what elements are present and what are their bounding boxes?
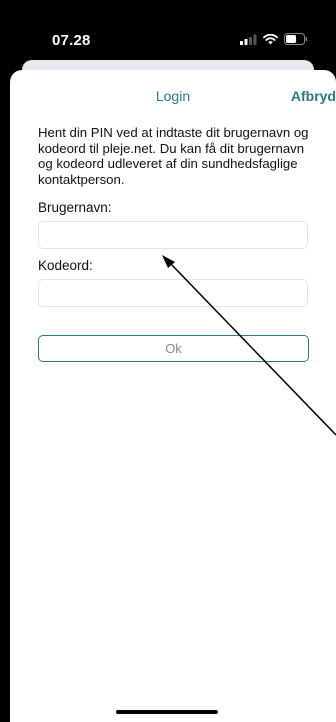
password-label: Kodeord:	[38, 258, 93, 273]
login-form: Hent din PIN ved at indtaste dit brugern…	[38, 125, 312, 362]
intro-text: Hent din PIN ved at indtaste dit brugern…	[38, 125, 309, 187]
status-time: 07.28	[52, 32, 91, 49]
navigation-bar: Login Afbryd	[10, 70, 336, 118]
ok-button[interactable]: Ok	[38, 335, 309, 362]
signal-icon	[240, 34, 257, 45]
cancel-button[interactable]: Afbryd	[291, 88, 336, 104]
nav-title: Login	[155, 88, 191, 104]
wifi-icon	[263, 33, 278, 45]
username-label: Brugernavn:	[38, 200, 112, 215]
username-field-container	[38, 221, 308, 249]
username-field[interactable]	[39, 222, 307, 248]
password-field-container	[38, 279, 308, 307]
phone-screen: 07.28 Login Afbryd Hent din PIN ved at i…	[0, 0, 336, 722]
status-icons	[240, 32, 308, 46]
battery-icon	[284, 33, 308, 45]
login-sheet: Login Afbryd Hent din PIN ved at indtast…	[10, 70, 336, 722]
status-bar: 07.28	[0, 0, 336, 62]
password-field[interactable]	[39, 280, 307, 306]
home-indicator	[116, 710, 218, 714]
